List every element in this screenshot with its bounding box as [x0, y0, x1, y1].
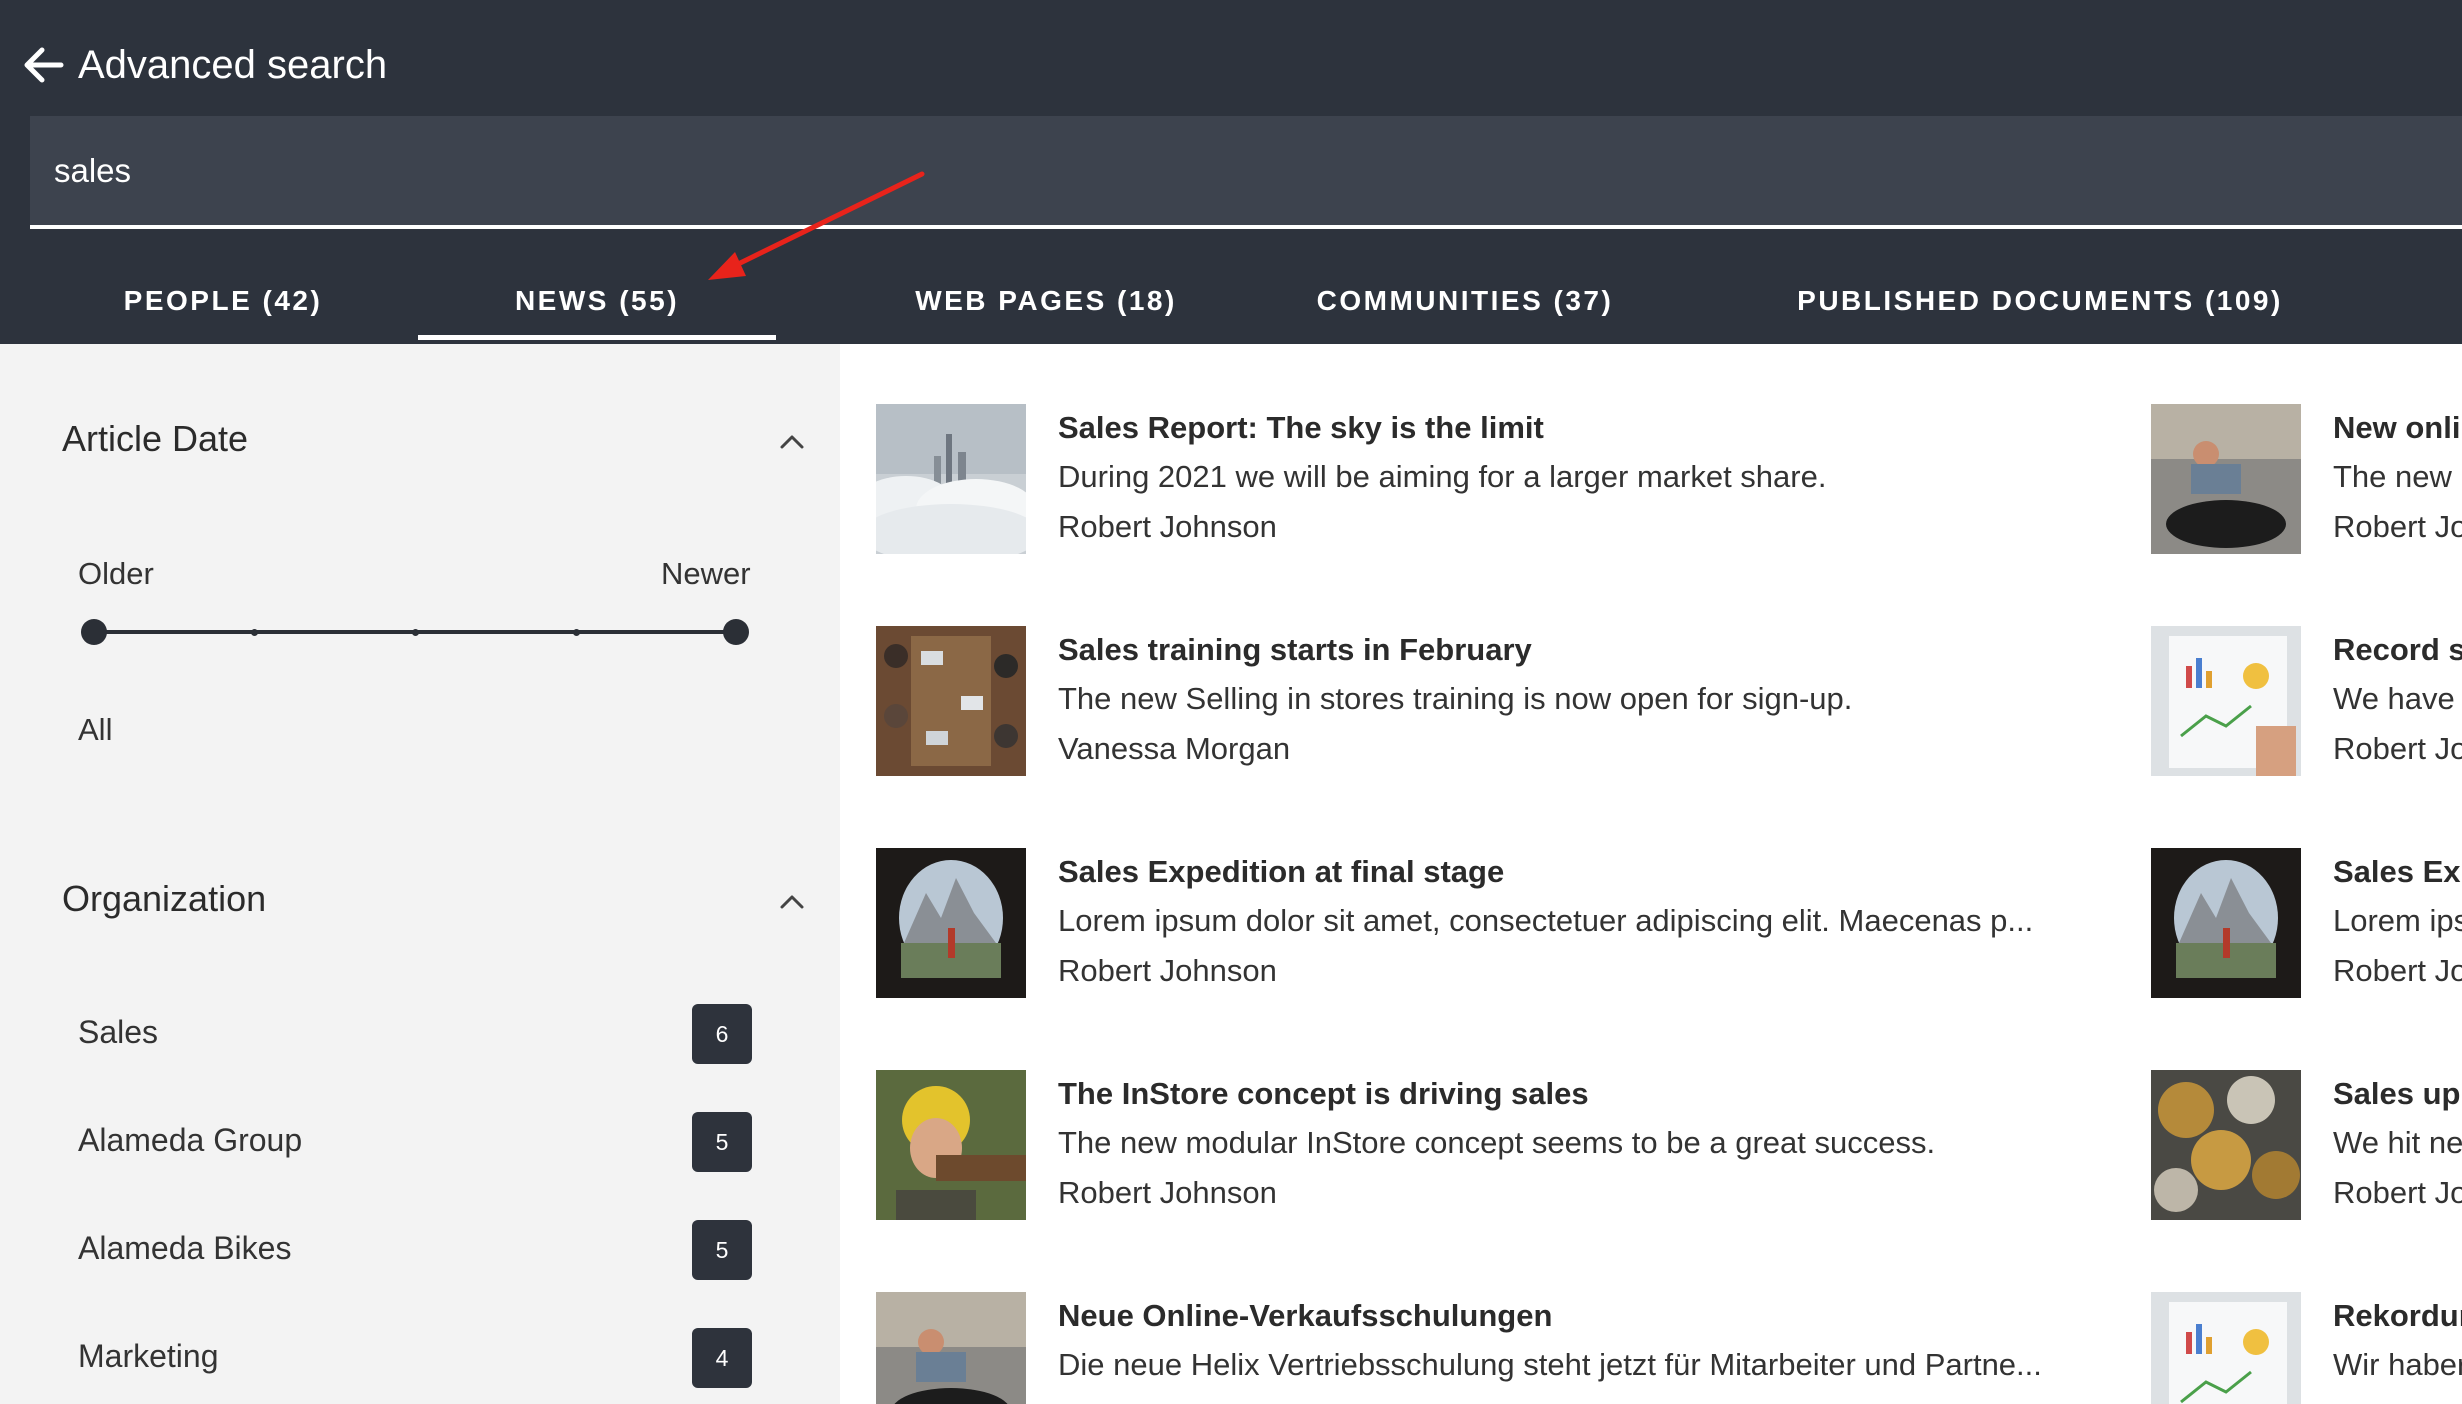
org-label: Marketing — [78, 1338, 219, 1374]
result-title: Record sa — [2333, 632, 2462, 667]
news-result[interactable]: Rekordur Wir haber — [2151, 1292, 2462, 1404]
slider-thumb-start[interactable] — [81, 619, 107, 645]
organization-heading: Organization — [62, 878, 267, 919]
slider-tick — [251, 629, 258, 636]
result-author: Robert Jo — [2333, 731, 2462, 766]
result-description: Wir haber — [2333, 1347, 2462, 1382]
result-author: Vanessa Morgan — [1058, 731, 1291, 766]
result-author: Robert Jo — [2333, 509, 2462, 544]
count-badge: 5 — [692, 1112, 752, 1172]
tire-workout-thumbnail — [876, 1292, 1026, 1404]
result-description: The new — [2333, 459, 2452, 494]
tab-people[interactable]: PEOPLE (42) — [70, 258, 376, 344]
slider-tick — [573, 629, 580, 636]
news-result[interactable]: Record sa We have Robert Jo — [2151, 626, 2462, 776]
result-author: Robert Jo — [2333, 1175, 2462, 1210]
news-result[interactable]: The InStore concept is driving sales The… — [876, 1070, 2076, 1220]
news-result[interactable]: Sales up We hit ne Robert Jo — [2151, 1070, 2462, 1220]
result-author: Robert Johnson — [1058, 509, 1277, 544]
news-result[interactable]: Sales training starts in February The ne… — [876, 626, 2076, 776]
tab-news[interactable]: NEWS (55) — [418, 258, 776, 344]
tab-published-documents[interactable]: PUBLISHED DOCUMENTS (109) — [1772, 258, 2308, 344]
news-result[interactable]: Neue Online-Verkaufsschulungen Die neue … — [876, 1292, 2076, 1404]
news-result[interactable]: New onlin The new Robert Jo — [2151, 404, 2462, 554]
result-title: The InStore concept is driving sales — [1058, 1076, 1589, 1111]
filter-sidebar: Article Date Older Newer All Organizatio… — [0, 344, 840, 1404]
news-result[interactable]: Sales Expedition at final stage Lorem ip… — [876, 848, 2076, 998]
meeting-table-thumbnail — [876, 626, 1026, 776]
cave-mountains-thumbnail — [2151, 848, 2301, 998]
slider-older-label: Older — [78, 556, 154, 591]
count-badge: 4 — [692, 1328, 752, 1388]
result-description: We have — [2333, 681, 2455, 716]
count-badge: 6 — [692, 1004, 752, 1064]
result-title: Sales up — [2333, 1076, 2461, 1111]
result-description: During 2021 we will be aiming for a larg… — [1058, 459, 1827, 494]
charts-paper-thumbnail — [2151, 626, 2301, 776]
result-author: Robert Johnson — [1058, 1175, 1277, 1210]
chevron-up-icon[interactable] — [776, 426, 808, 458]
result-title: Sales Exp — [2333, 854, 2462, 889]
chevron-up-icon[interactable] — [776, 886, 808, 918]
cave-mountains-thumbnail — [876, 848, 1026, 998]
news-result[interactable]: Sales Exp Lorem ips Robert Jo — [2151, 848, 2462, 998]
page-title: Advanced search — [78, 42, 388, 87]
tab-communities[interactable]: COMMUNITIES (37) — [1280, 258, 1650, 344]
result-description: The new modular InStore concept seems to… — [1058, 1125, 1936, 1160]
title-row: Advanced search — [22, 36, 387, 94]
org-filter-marketing[interactable]: Marketing 4 — [78, 1328, 752, 1388]
result-tabs: PEOPLE (42) NEWS (55) WEB PAGES (18) COM… — [0, 258, 2462, 344]
result-title: Rekordur — [2333, 1298, 2462, 1333]
slider-newer-label: Newer — [661, 556, 751, 591]
news-result[interactable]: Sales Report: The sky is the limit Durin… — [876, 404, 2076, 554]
coins-thumbnail — [2151, 1070, 2301, 1220]
count-badge: 5 — [692, 1220, 752, 1280]
result-title: Neue Online-Verkaufsschulungen — [1058, 1298, 1553, 1333]
search-input[interactable] — [54, 116, 2434, 225]
result-author: Robert Johnson — [1058, 953, 1277, 988]
tire-workout-thumbnail — [2151, 404, 2301, 554]
org-filter-alameda-group[interactable]: Alameda Group 5 — [78, 1112, 752, 1172]
app-header: Advanced search PEOPLE (42) NEWS (55) WE… — [0, 0, 2462, 344]
result-title: Sales Report: The sky is the limit — [1058, 410, 1544, 445]
search-box — [30, 116, 2462, 229]
news-results: Sales Report: The sky is the limit Durin… — [840, 344, 2462, 1404]
slider-thumb-end[interactable] — [723, 619, 749, 645]
result-description: Lorem ipsum dolor sit amet, consectetuer… — [1058, 903, 2034, 938]
result-description: The new Selling in stores training is no… — [1058, 681, 1853, 716]
charts-paper-thumbnail — [2151, 1292, 2301, 1404]
kid-helmet-thumbnail — [876, 1070, 1026, 1220]
tab-web-pages[interactable]: WEB PAGES (18) — [830, 258, 1262, 344]
result-author: Robert Jo — [2333, 953, 2462, 988]
org-label: Sales — [78, 1014, 159, 1050]
result-title: Sales training starts in February — [1058, 632, 1532, 667]
clouds-skyline-thumbnail — [876, 404, 1026, 554]
org-label: Alameda Bikes — [78, 1230, 292, 1266]
result-title: Sales Expedition at final stage — [1058, 854, 1505, 889]
slider-tick — [412, 629, 419, 636]
org-label: Alameda Group — [78, 1122, 303, 1158]
result-description: Lorem ips — [2333, 903, 2462, 938]
date-range-value: All — [78, 712, 113, 747]
org-filter-sales[interactable]: Sales 6 — [78, 1004, 752, 1064]
result-title: New onlin — [2333, 410, 2462, 445]
back-arrow-icon[interactable] — [22, 43, 66, 87]
result-description: Die neue Helix Vertriebsschulung steht j… — [1058, 1347, 2042, 1382]
org-filter-alameda-bikes[interactable]: Alameda Bikes 5 — [78, 1220, 752, 1280]
article-date-heading: Article Date — [62, 418, 249, 459]
result-description: We hit ne — [2333, 1125, 2462, 1160]
